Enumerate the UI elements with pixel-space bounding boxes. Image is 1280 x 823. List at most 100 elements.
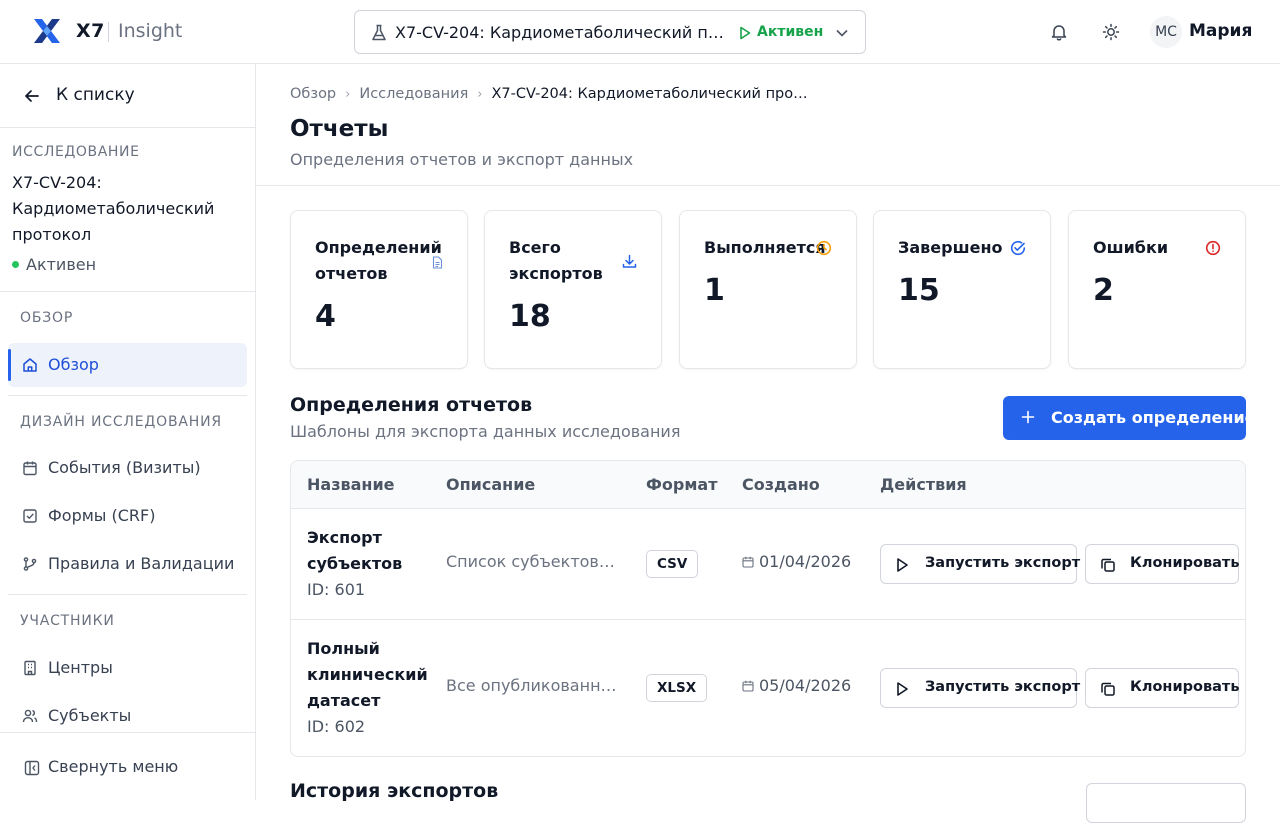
create-definition-label: Создать определение [1051,408,1256,427]
top-bar: X7 Insight X7-CV-204: Кардиометаболическ… [0,0,1280,64]
plus-icon [1021,410,1035,424]
sidebar-item-label: События (Визиты) [48,458,201,477]
stat-value: 1 [704,273,725,308]
play-icon [740,26,751,40]
definition-title[interactable]: Полный клинический датасет [307,636,428,714]
create-definition-button[interactable]: Создать определение [1003,396,1256,440]
run-export-button[interactable]: Запустить экспорт [880,668,1081,708]
sidebar-collapse-icon [24,760,40,776]
definitions-table: Название Описание Формат Создано Действи… [290,460,1246,757]
format-badge: XLSX [646,674,708,702]
back-label: К списку [56,85,135,105]
building-icon [24,660,36,676]
section-subtitle: Шаблоны для экспорта данных исследования [290,422,681,441]
sidebar-item-sites[interactable]: Центры [8,646,247,690]
play-icon [897,558,908,572]
sidebar-item-label: Субъекты [48,706,132,725]
branch-icon [23,557,37,571]
divider [8,594,247,595]
stat-card-completed: Завершено 15 [873,210,1051,369]
study-caption: ИССЛЕДОВАНИЕ [12,144,140,160]
main-content: Обзор › Исследования › X7-CV-204: Кардио… [256,64,1280,823]
sun-icon[interactable] [1101,22,1121,42]
study-status-label: Активен [26,255,97,274]
column-header-actions: Действия [880,475,967,494]
column-header-created[interactable]: Создано [742,475,820,494]
definition-description: Список субъектов, центров и статусов [446,552,618,571]
divider [256,185,1280,186]
stat-label: Завершено [898,238,1003,257]
run-export-label: Запустить экспорт [925,555,1081,571]
study-name: X7-CV-204: Кардиометаболический протокол [12,173,215,244]
page-subtitle: Определения отчетов и экспорт данных [290,150,634,169]
sidebar-item-label: Формы (CRF) [48,506,156,525]
stat-value: 15 [898,273,940,308]
section-title: Определения отчетов [290,394,533,416]
sidebar-item-events[interactable]: События (Визиты) [8,446,247,490]
arrow-left-icon [25,90,39,102]
clone-button[interactable]: Клонировать [1085,668,1240,708]
collapse-label: Свернуть меню [48,757,179,776]
clone-label: Клонировать [1130,555,1240,571]
document-icon [432,256,443,269]
run-export-label: Запустить экспорт [925,679,1081,695]
download-icon [622,254,637,268]
stat-card-exports: Всего экспортов 18 [484,210,662,369]
home-icon [23,358,37,372]
sidebar-item-label: Центры [48,658,113,677]
clone-label: Клонировать [1130,679,1240,695]
sidebar-item-overview[interactable]: Обзор [8,343,247,387]
app-name: Insight [118,20,183,42]
sidebar-item-forms[interactable]: Формы (CRF) [8,494,247,538]
section-caption-overview: ОБЗОР [20,310,74,326]
avatar[interactable]: МС [1150,16,1182,48]
column-header-description[interactable]: Описание [446,475,535,494]
created-date-text: 01/04/2026 [759,552,852,571]
stat-value: 18 [509,299,551,334]
play-icon [897,682,908,696]
stat-label: Определений отчетов [315,238,442,283]
logo-name: X7 [76,20,105,42]
back-to-list-button[interactable]: К списку [0,64,255,128]
table-row: Экспорт субъектов ID: 601 Список субъект… [291,509,1245,620]
copy-icon [1101,682,1115,696]
stat-card-running: Выполняется 1 [679,210,857,369]
export-history-action-button[interactable] [1086,783,1246,823]
sidebar-item-label: Обзор [48,355,99,374]
column-header-format[interactable]: Формат [646,475,717,494]
breadcrumb-item-overview[interactable]: Обзор [290,86,336,102]
stat-label: Выполняется [704,238,826,257]
chevron-down-icon [836,29,848,37]
column-header-name[interactable]: Название [307,475,395,494]
definition-id: ID: 602 [307,717,366,736]
users-icon [22,709,38,723]
clone-button[interactable]: Клонировать [1085,544,1240,584]
breadcrumb-item-studies[interactable]: Исследования [359,86,468,102]
study-selector-text: X7-CV-204: Кардиометаболический протокол [395,23,727,42]
created-date: 01/04/2026 [742,552,851,571]
format-badge: CSV [646,550,699,578]
logo-icon[interactable] [33,17,61,45]
user-name[interactable]: Мария [1189,21,1252,41]
alert-circle-icon [1205,240,1221,256]
study-status-badge: Активен [757,24,824,40]
definition-name: Полный клинический датасет ID: 602 [307,636,428,740]
collapse-menu-button[interactable]: Свернуть меню [0,732,255,800]
calendar-icon [742,556,754,568]
stat-card-definitions: Определений отчетов 4 [290,210,468,369]
run-export-button[interactable]: Запустить экспорт [880,544,1081,584]
divider [0,291,255,292]
table-row: Полный клинический датасет ID: 602 Все о… [291,620,1245,756]
bell-icon[interactable] [1050,23,1068,41]
study-selector[interactable]: X7-CV-204: Кардиометаболический протокол… [354,10,866,54]
definition-description: Все опубликованные данные форм [446,676,618,695]
export-history-title: История экспортов [290,780,499,802]
stat-value: 2 [1093,273,1114,308]
flask-icon [372,24,386,41]
stat-label: Ошибки [1093,238,1169,257]
breadcrumb: Обзор › Исследования › X7-CV-204: Кардио… [290,86,808,102]
definition-title[interactable]: Экспорт субъектов [307,525,425,577]
stat-label: Всего экспортов [509,238,603,283]
sidebar-item-rules[interactable]: Правила и Валидации [8,542,247,586]
created-date-text: 05/04/2026 [759,676,852,695]
